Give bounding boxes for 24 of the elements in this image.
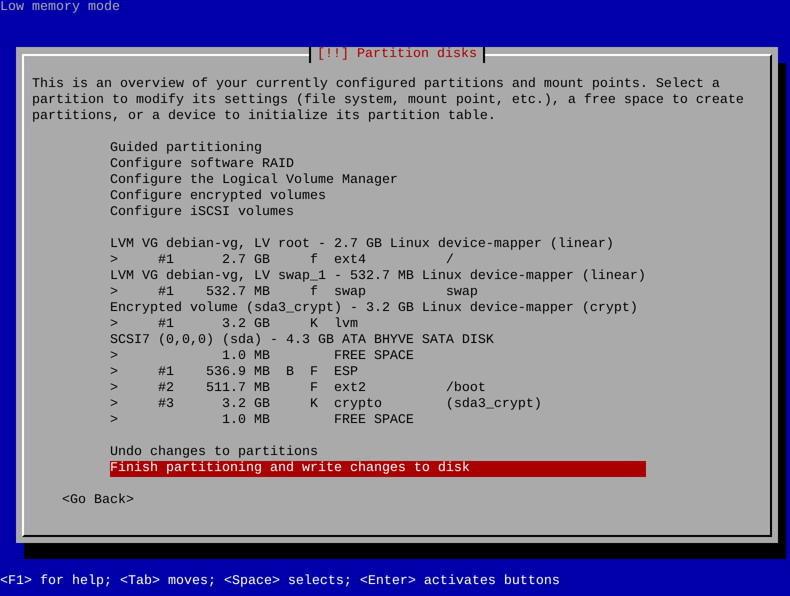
menu-item[interactable]: Guided partitioning bbox=[110, 141, 646, 157]
menu-item[interactable]: LVM VG debian-vg, LV root - 2.7 GB Linux device-mapper (linear) bbox=[110, 237, 646, 253]
menu-item[interactable]: Configure encrypted volumes bbox=[110, 189, 646, 205]
help-line: <F1> for help; <Tab> moves; <Space> selects; <Enter> activates buttons bbox=[0, 574, 561, 590]
menu-item[interactable]: Configure software RAID bbox=[110, 157, 646, 173]
menu-item[interactable]: LVM VG debian-vg, LV swap_1 - 532.7 MB Linux device-mapper (linear) bbox=[110, 269, 646, 285]
menu-item[interactable]: > 1.0 MB FREE SPACE bbox=[110, 349, 646, 365]
menu-item[interactable]: SCSI7 (0,0,0) (sda) - 4.3 GB ATA BHYVE SATA DISK bbox=[110, 333, 646, 349]
menu-item[interactable]: Configure iSCSI volumes bbox=[110, 205, 646, 221]
menu-item[interactable]: > #2 511.7 MB F ext2 /boot bbox=[110, 381, 646, 397]
menu-item[interactable]: > #1 2.7 GB f ext4 / bbox=[110, 253, 646, 269]
menu-item[interactable]: > #1 3.2 GB K lvm bbox=[110, 317, 646, 333]
description-text: This is an overview of your currently configured partitions and mount points. Select a partition to modify its settings (file system, mount point, etc.), a free space to create partitions, or a device to initialize its partition table. bbox=[32, 77, 744, 125]
dialog-title: [!!] Partition disks bbox=[309, 47, 485, 63]
menu-item[interactable]: Configure the Logical Volume Manager bbox=[110, 173, 646, 189]
status-line: Low memory mode bbox=[0, 0, 121, 16]
menu-item[interactable]: > #1 532.7 MB f swap swap bbox=[110, 285, 646, 301]
menu-item[interactable]: > 1.0 MB FREE SPACE bbox=[110, 413, 646, 429]
menu-item[interactable]: Finish partitioning and write changes to disk bbox=[110, 461, 646, 477]
go-back-button[interactable]: <Go Back> bbox=[62, 493, 134, 509]
menu-item[interactable]: Encrypted volume (sda3_crypt) - 3.2 GB Linux device-mapper (crypt) bbox=[110, 301, 646, 317]
menu-item[interactable]: > #1 536.9 MB B F ESP bbox=[110, 365, 646, 381]
menu-item[interactable]: > #3 3.2 GB K crypto (sda3_crypt) bbox=[110, 397, 646, 413]
menu-item[interactable]: Undo changes to partitions bbox=[110, 445, 646, 461]
